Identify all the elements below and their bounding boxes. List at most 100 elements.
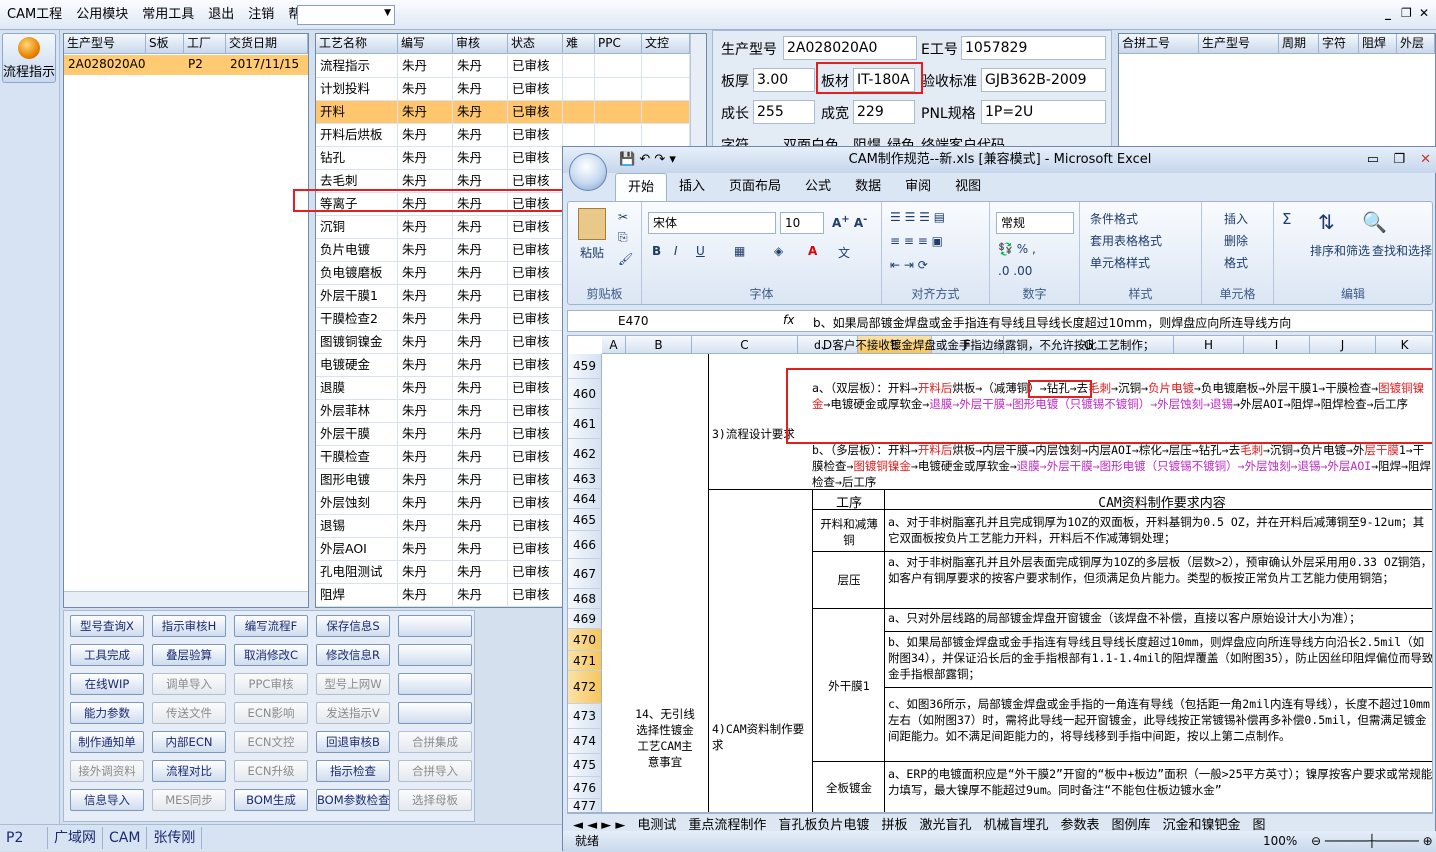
cell-status[interactable]: 已审核 (508, 216, 563, 239)
column-header-model[interactable]: 生产型号 (1199, 34, 1279, 54)
cell-reviewer[interactable]: 朱丹 (453, 308, 508, 331)
function-button[interactable]: ECN影响 (234, 702, 308, 724)
cell-author[interactable]: 朱丹 (398, 239, 453, 262)
column-header-period[interactable]: 周期 (1279, 34, 1319, 54)
cell-status[interactable]: 已审核 (508, 78, 563, 101)
indent-icon[interactable]: ⇤ ⇥ ⟳ (890, 258, 928, 272)
cell-author[interactable]: 朱丹 (398, 469, 453, 492)
function-button[interactable]: 能力参数 (70, 702, 144, 724)
cell-status[interactable]: 已审核 (508, 446, 563, 469)
cell-process-name[interactable]: 负电镀磨板 (316, 262, 398, 285)
cell-empty[interactable] (595, 124, 642, 147)
cell-status[interactable]: 已审核 (508, 124, 563, 147)
function-button[interactable]: 指示审核H (152, 615, 226, 637)
cell-empty[interactable] (563, 101, 595, 124)
cell-process-name[interactable]: 干膜检查2 (316, 308, 398, 331)
cell-status[interactable]: 已审核 (508, 538, 563, 561)
cell-author[interactable]: 朱丹 (398, 446, 453, 469)
column-header-process-name[interactable]: 工艺名称 (316, 34, 398, 54)
sheet-tab[interactable]: 电测试 (637, 818, 676, 831)
formula-input[interactable]: b、如果局部镀金焊盘或金手指连有导线且导线长度超过10mm，则焊盘应向所连导线方… (813, 314, 1291, 331)
cell-process-name[interactable]: 退锡 (316, 515, 398, 538)
cell-status[interactable]: 已审核 (508, 377, 563, 400)
grow-font-icon[interactable]: A+ A- (832, 214, 867, 230)
phonetic-icon[interactable]: 文 (838, 244, 850, 261)
insert-cells-button[interactable]: 插入 (1224, 210, 1248, 227)
find-icon[interactable]: 🔍 (1362, 210, 1387, 234)
row-header[interactable]: 474 (568, 729, 602, 754)
cell-empty[interactable] (563, 124, 595, 147)
menu-logout[interactable]: 注销 (241, 0, 281, 30)
row-header[interactable]: 473 (568, 704, 602, 729)
function-button[interactable]: 保存信息S (316, 615, 390, 637)
find-select-button[interactable]: 查找和选择 (1372, 242, 1432, 259)
cell-reviewer[interactable]: 朱丹 (453, 400, 508, 423)
cell-author[interactable]: 朱丹 (398, 354, 453, 377)
chevron-down-icon[interactable]: ▼ (384, 8, 391, 18)
border-icon[interactable]: ▦ (734, 244, 745, 258)
autosum-icon[interactable]: Σ (1282, 210, 1291, 228)
cell-reviewer[interactable]: 朱丹 (453, 377, 508, 400)
minimize-icon[interactable]: ▭ (1367, 147, 1379, 173)
cell-status[interactable]: 已审核 (508, 308, 563, 331)
eno-field[interactable]: 1057829 (961, 36, 1106, 60)
cell-process-name[interactable]: 外层蚀刻 (316, 492, 398, 515)
quick-access-toolbar[interactable]: 💾 ↶ ↷ ▾ (619, 147, 676, 173)
cell-reviewer[interactable]: 朱丹 (453, 101, 508, 124)
factory-selector[interactable]: P2 (0, 827, 48, 849)
cell-reviewer[interactable]: 朱丹 (453, 423, 508, 446)
row-header[interactable]: 465 (568, 509, 602, 531)
cell-author[interactable]: 朱丹 (398, 55, 453, 78)
tab-review[interactable]: 审阅 (893, 173, 943, 201)
cell-reviewer[interactable]: 朱丹 (453, 492, 508, 515)
function-button[interactable]: 信息导入 (70, 789, 144, 811)
column-header-model[interactable]: 生产型号 (64, 34, 146, 54)
function-button[interactable]: 流程对比 (152, 760, 226, 782)
zoom-slider[interactable]: ⊖ ──────┼────── ⊕ (1311, 831, 1433, 852)
cell-status[interactable]: 已审核 (508, 239, 563, 262)
paste-button[interactable]: 粘贴 (580, 244, 604, 261)
function-button[interactable]: 指示检查 (316, 760, 390, 782)
function-button[interactable]: 取消修改C (234, 644, 308, 666)
function-button[interactable]: 编写流程F (234, 615, 308, 637)
column-header-status[interactable]: 状态 (508, 34, 563, 54)
row-header[interactable]: 477 (568, 799, 602, 812)
cell-empty[interactable] (642, 55, 690, 78)
minimize-icon[interactable]: _ (1385, 6, 1391, 20)
cell-process-name[interactable]: 外层菲林 (316, 400, 398, 423)
function-button[interactable] (398, 615, 472, 637)
model-field[interactable]: 2A028020A0 (783, 36, 917, 60)
sheet-tab[interactable]: 参数表 (1060, 818, 1099, 831)
function-icon[interactable]: fx (783, 313, 794, 327)
column-header-reviewer[interactable]: 审核 (453, 34, 508, 54)
function-button[interactable]: ECN文控 (234, 731, 308, 753)
cell-status[interactable]: 已审核 (508, 147, 563, 170)
flow-indicator-button[interactable]: 流程指示 (2, 33, 56, 83)
row-header[interactable]: 469 (568, 609, 602, 629)
standard-field[interactable]: GJB362B-2009 (981, 68, 1106, 92)
row-header[interactable]: 464 (568, 489, 602, 509)
bold-icon[interactable]: B (652, 244, 661, 258)
cell-empty[interactable] (642, 78, 690, 101)
cell-status[interactable]: 已审核 (508, 400, 563, 423)
tab-page-layout[interactable]: 页面布局 (717, 173, 793, 201)
sort-filter-icon[interactable]: ⇅ (1318, 210, 1335, 234)
cell-empty[interactable] (595, 101, 642, 124)
cell-status[interactable]: 已审核 (508, 101, 563, 124)
tab-user[interactable]: 张传刚 (147, 827, 203, 849)
sheet-tab[interactable]: 沉金和镍钯金 (1163, 818, 1241, 831)
underline-icon[interactable]: U (696, 244, 705, 258)
delete-cells-button[interactable]: 删除 (1224, 232, 1248, 249)
horizontal-scrollbar[interactable] (64, 591, 308, 607)
cell-author[interactable]: 朱丹 (398, 400, 453, 423)
tab-view[interactable]: 视图 (943, 173, 993, 201)
row-header[interactable]: 471 (568, 651, 602, 671)
cell-empty[interactable] (642, 101, 690, 124)
function-button[interactable]: 型号上网W (316, 673, 390, 695)
name-box[interactable]: E470 (618, 314, 649, 328)
function-button[interactable] (398, 673, 472, 695)
row-header[interactable]: 472 (568, 671, 602, 704)
restore-icon[interactable]: ❐ (1393, 147, 1405, 173)
column-header-doc-control[interactable]: 文控 (642, 34, 690, 54)
cell-empty[interactable] (563, 78, 595, 101)
